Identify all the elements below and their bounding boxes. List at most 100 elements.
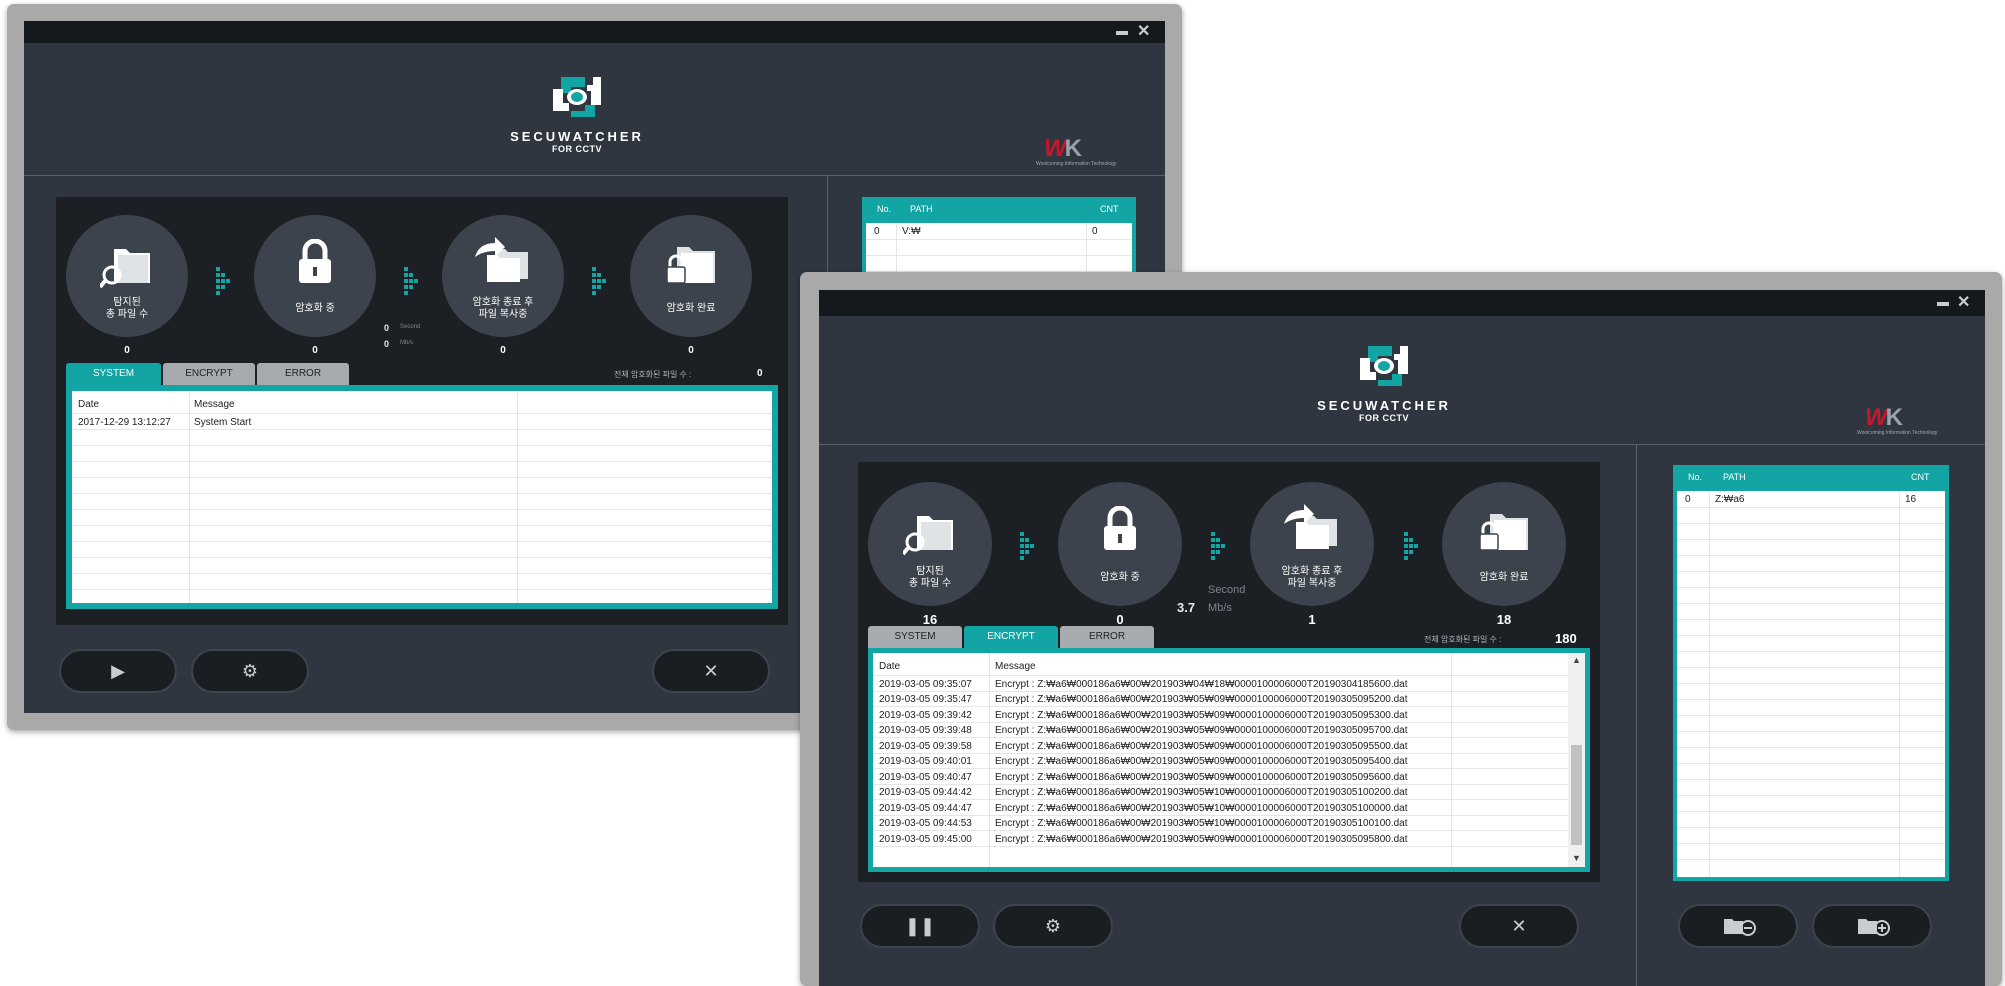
secuwatcher-logo-icon	[1360, 346, 1408, 386]
x-icon: ✕	[1511, 916, 1527, 936]
step-count: 0	[1116, 612, 1124, 627]
app-logo: SECUWATCHER FOR CCTV	[492, 71, 662, 154]
step-label: 암호화 중	[295, 303, 335, 314]
log-row-message: System Start	[194, 417, 252, 428]
x-icon: ✕	[703, 661, 719, 681]
arrow-icon	[404, 267, 418, 295]
vertical-divider	[1636, 444, 1637, 986]
scroll-down-icon[interactable]: ▼	[1568, 853, 1585, 863]
brand-subtitle: Woolcoming Information Technology	[1857, 430, 1938, 436]
log-row-message: Encrypt : Z:₩a6₩000186a6₩00₩201903₩05₩10…	[995, 787, 1408, 798]
folder-minus-icon	[1724, 919, 1756, 936]
brand-subtitle: Woolcoming Information Technology	[1036, 161, 1117, 167]
log-row-message: Encrypt : Z:₩a6₩000186a6₩00₩201903₩05₩09…	[995, 694, 1408, 705]
path-row-path: Z:₩a6	[1715, 494, 1745, 505]
search-folder-icon	[100, 249, 150, 289]
arrow-icon	[216, 267, 230, 295]
log-row-date: 2019-03-05 09:39:58	[879, 741, 972, 752]
log-row-date: 2019-03-05 09:35:07	[879, 679, 972, 690]
close-icon[interactable]: ✕	[1957, 295, 1970, 311]
minimize-icon[interactable]	[1116, 31, 1128, 35]
column-header-message: Message	[995, 661, 1036, 672]
step-label: 암호화 종료 후 파일 복사중	[1281, 566, 1343, 589]
pause-icon: ❚❚	[904, 916, 936, 936]
tab-error[interactable]: ERROR	[1060, 626, 1154, 648]
step-count: 1	[1308, 612, 1316, 627]
log-row-message: Encrypt : Z:₩a6₩000186a6₩00₩201903₩05₩09…	[995, 741, 1408, 752]
log-panel: Date Message 2019-03-05 09:35:07 Encrypt…	[868, 648, 1590, 872]
pause-button[interactable]: ❚❚	[860, 904, 980, 948]
seconds-unit: Second	[1208, 584, 1246, 596]
folder-plus-icon	[1858, 919, 1890, 936]
total-encrypted-count: 0	[757, 368, 763, 379]
header-divider	[819, 444, 1985, 445]
settings-button[interactable]: ⚙	[993, 904, 1113, 948]
step-count: 0	[688, 345, 694, 356]
play-icon: ▶	[111, 661, 125, 681]
remove-folder-button[interactable]	[1678, 904, 1798, 948]
status-panel: 탐지된 총 파일 수 0 암호화 중 0 0 Second 0 Mb/s 암호화…	[56, 197, 788, 625]
transfer-rate: 3.7	[1177, 600, 1196, 615]
log-panel: Date Message 2017-12-29 13:12:27 System …	[66, 385, 778, 609]
log-row-date: 2019-03-05 09:44:53	[879, 818, 972, 829]
step-label: 암호화 완료	[1479, 572, 1529, 583]
wk-brand-logo: WK	[1865, 404, 1903, 432]
close-icon[interactable]: ✕	[1137, 24, 1150, 40]
seconds-unit: Second	[400, 324, 421, 330]
exit-button[interactable]: ✕	[652, 649, 770, 693]
column-header-date: Date	[879, 661, 901, 672]
brand-letter-k: K	[1885, 404, 1903, 431]
log-row-date: 2019-03-05 09:35:47	[879, 694, 972, 705]
log-row-date: 2019-03-05 09:44:47	[879, 803, 972, 814]
log-row-message: Encrypt : Z:₩a6₩000186a6₩00₩201903₩05₩09…	[995, 772, 1408, 783]
tab-error[interactable]: ERROR	[257, 363, 349, 385]
path-header-cnt: CNT	[1911, 472, 1930, 482]
log-scrollbar[interactable]: ▲ ▼	[1568, 653, 1585, 867]
step-encrypting: 암호화 중	[254, 215, 376, 337]
status-panel: 탐지된 총 파일 수 16 암호화 중 0 Second 3.7 Mb/s 암호…	[858, 462, 1600, 882]
play-button[interactable]: ▶	[59, 649, 177, 693]
scroll-up-icon[interactable]: ▲	[1568, 655, 1585, 665]
tab-encrypt[interactable]: ENCRYPT	[964, 626, 1058, 648]
total-encrypted-label: 전체 암호화된 파일 수 :	[614, 370, 692, 379]
rate-unit: Mb/s	[1208, 602, 1232, 614]
transfer-rate: 0	[384, 339, 390, 349]
lock-folder-icon	[1479, 514, 1528, 551]
secuwatcher-logo-icon	[553, 77, 601, 117]
lock-icon	[299, 239, 331, 283]
step-label: 암호화 완료	[666, 303, 716, 314]
path-header-no: No.	[877, 204, 892, 214]
log-row-date: 2019-03-05 09:45:00	[879, 834, 972, 845]
add-folder-button[interactable]	[1812, 904, 1932, 948]
step-detected: 탐지된 총 파일 수	[66, 215, 188, 337]
log-table: Date Message 2017-12-29 13:12:27 System …	[72, 391, 772, 603]
minimize-icon[interactable]	[1937, 302, 1949, 306]
settings-button[interactable]: ⚙	[191, 649, 309, 693]
elapsed-seconds: 0	[384, 323, 390, 333]
arrow-icon	[1020, 532, 1034, 560]
arrow-icon	[1404, 532, 1418, 560]
copy-folders-icon	[1284, 504, 1337, 549]
search-folder-icon	[903, 516, 953, 556]
app-window-front: ✕ SECUWATCHER FOR CCTV WK Woolcoming Inf…	[800, 272, 2002, 986]
exit-button[interactable]: ✕	[1459, 904, 1579, 948]
step-count: 0	[312, 345, 318, 356]
log-row-message: Encrypt : Z:₩a6₩000186a6₩00₩201903₩05₩09…	[995, 710, 1408, 721]
step-label: 탐지된 총 파일 수	[105, 297, 149, 320]
path-header-cnt: CNT	[1100, 204, 1119, 214]
logo-name: SECUWATCHER	[1317, 398, 1451, 413]
gear-icon: ⚙	[241, 661, 259, 681]
total-encrypted-label: 전체 암호화된 파일 수 :	[1424, 635, 1502, 644]
lock-folder-icon	[666, 247, 715, 284]
path-header-path: PATH	[910, 204, 933, 214]
log-row-message: Encrypt : Z:₩a6₩000186a6₩00₩201903₩04₩18…	[995, 679, 1408, 690]
path-table: 0 V:₩ 0	[866, 223, 1132, 277]
tab-system[interactable]: SYSTEM	[66, 363, 161, 385]
scroll-thumb[interactable]	[1571, 745, 1582, 845]
column-header-date: Date	[78, 399, 100, 410]
step-copying: 암호화 종료 후 파일 복사중	[1250, 482, 1374, 606]
app-logo: SECUWATCHER FOR CCTV	[1299, 340, 1469, 423]
path-row-cnt: 0	[1092, 226, 1098, 237]
tab-system[interactable]: SYSTEM	[868, 626, 962, 648]
tab-encrypt[interactable]: ENCRYPT	[163, 363, 255, 385]
